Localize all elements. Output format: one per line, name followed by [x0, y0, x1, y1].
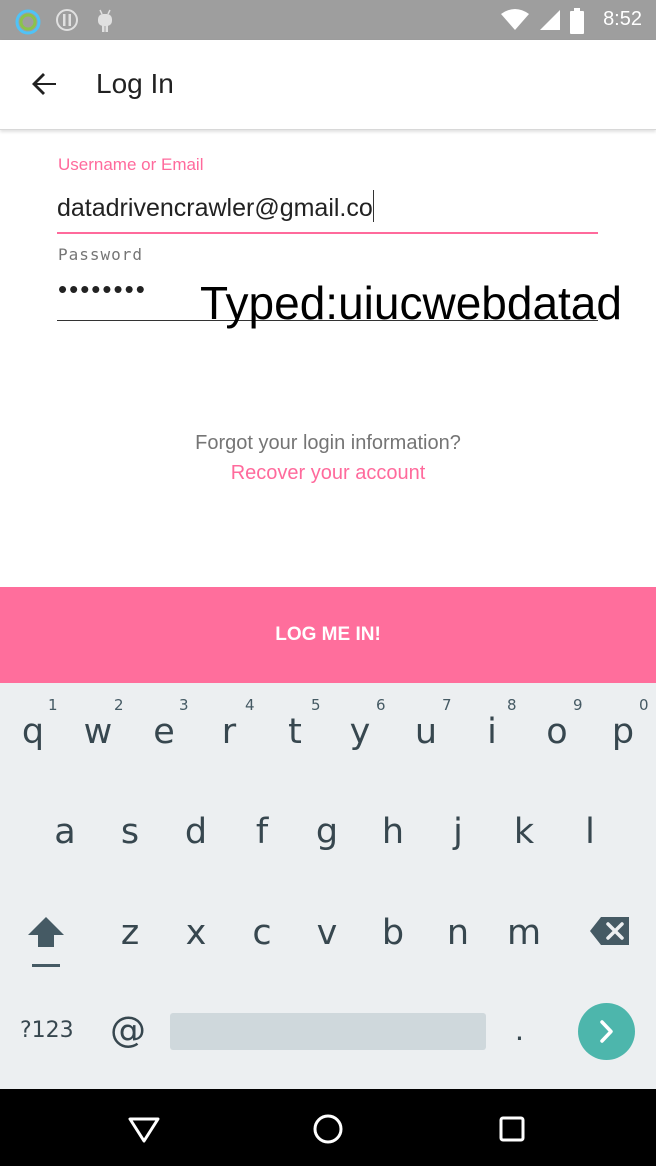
password-label: Password [58, 245, 144, 264]
key-at[interactable]: @ [110, 1010, 146, 1051]
key-n[interactable]: n [428, 913, 488, 953]
symbols-key[interactable]: ?123 [20, 1018, 74, 1043]
battery-icon [570, 8, 584, 39]
key-b[interactable]: b [363, 913, 423, 953]
soft-keyboard: 1 q 2 w 3 e 4 r 5 t 6 y 7 u 8 i 9 o 0 p … [0, 683, 656, 1089]
key-r[interactable]: r [199, 712, 259, 752]
status-time: 8:52 [603, 8, 642, 30]
recents-square-icon[interactable] [492, 1109, 532, 1149]
space-bar[interactable] [170, 1013, 486, 1050]
arrow-back-icon[interactable] [22, 62, 66, 106]
wifi-icon [500, 8, 530, 37]
go-key[interactable] [578, 1003, 635, 1060]
back-triangle-icon[interactable] [124, 1109, 164, 1149]
forgot-login-text: Forgot your login information? [195, 432, 461, 454]
recover-account-link[interactable]: Recover your account [0, 462, 656, 485]
key-a[interactable]: a [35, 812, 95, 852]
username-value: datadrivencrawler@gmail.co [57, 194, 373, 222]
key-l[interactable]: l [560, 812, 620, 852]
key-h[interactable]: h [363, 812, 423, 852]
password-masked-value: •••••••• [58, 274, 147, 304]
navigation-bar [0, 1089, 656, 1166]
page-title: Log In [96, 68, 174, 99]
signal-icon [538, 8, 562, 37]
chevron-right-icon [600, 1020, 613, 1043]
key-o[interactable]: o [527, 712, 587, 752]
key-p[interactable]: p [593, 712, 653, 752]
text-caret [372, 190, 374, 222]
app-bar: Log In [0, 40, 656, 130]
app-ring-icon [14, 8, 42, 41]
username-field[interactable]: datadrivencrawler@gmail.co [57, 190, 598, 234]
shift-icon[interactable] [24, 915, 68, 974]
key-v[interactable]: v [297, 913, 357, 953]
login-button[interactable]: LOG ME IN! [0, 587, 656, 683]
username-label: Username or Email [58, 155, 204, 174]
key-w[interactable]: w [68, 712, 128, 752]
key-u[interactable]: u [396, 712, 456, 752]
android-icon [94, 8, 116, 39]
key-k[interactable]: k [494, 812, 554, 852]
key-g[interactable]: g [297, 812, 357, 852]
key-q[interactable]: q [3, 712, 63, 752]
key-t[interactable]: t [265, 712, 325, 752]
key-x[interactable]: x [166, 913, 226, 953]
key-e[interactable]: e [134, 712, 194, 752]
typed-text-overlay: Typed:uiucwebdatad [200, 277, 622, 329]
key-m[interactable]: m [494, 913, 554, 953]
key-j[interactable]: j [428, 812, 488, 852]
key-c[interactable]: c [232, 913, 292, 953]
home-circle-icon[interactable] [308, 1109, 348, 1149]
key-s[interactable]: s [100, 812, 160, 852]
key-z[interactable]: z [100, 913, 160, 953]
backspace-icon[interactable] [589, 916, 631, 951]
key-i[interactable]: i [462, 712, 522, 752]
alert-icon [55, 8, 79, 37]
key-period[interactable]: . [515, 1011, 524, 1048]
status-bar: 8:52 [0, 0, 656, 40]
key-y[interactable]: y [330, 712, 390, 752]
key-d[interactable]: d [166, 812, 226, 852]
key-f[interactable]: f [232, 812, 292, 852]
